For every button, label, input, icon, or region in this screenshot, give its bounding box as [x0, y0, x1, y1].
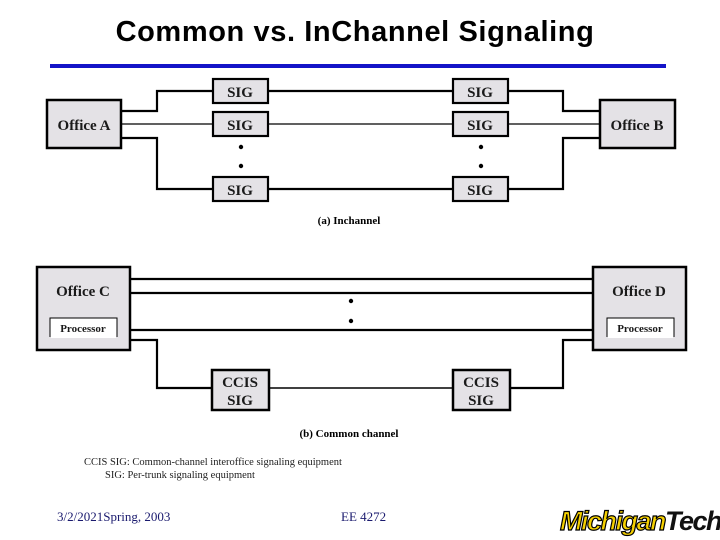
ccis-label: CCIS — [463, 375, 499, 391]
sig-label: SIG — [227, 393, 253, 409]
sig-label: SIG — [467, 183, 493, 199]
sig-box-right-2: SIG — [451, 110, 510, 138]
wire-a-bottom-right — [508, 136, 600, 191]
ccis-sig-box-left: CCIS SIG — [210, 368, 271, 412]
processor-label: Processor — [617, 323, 663, 335]
ccis-link-left — [130, 338, 212, 390]
sig-box-right-1: SIG — [451, 77, 510, 105]
ccis-sig-box-right: CCIS SIG — [451, 368, 512, 412]
sig-label: SIG — [468, 393, 494, 409]
michigan-tech-logo: MichiganTech — [559, 505, 720, 536]
ellipsis-dot — [238, 144, 244, 150]
sig-label: SIG — [467, 85, 493, 101]
office-c-box: Office C Processor — [35, 265, 132, 352]
ellipsis-dot — [478, 163, 484, 169]
caption-common-channel: (b) Common channel — [299, 428, 398, 440]
wire-a-bottom-left — [121, 136, 213, 191]
sig-label: SIG — [467, 118, 493, 134]
ellipsis-dot — [478, 144, 484, 150]
sig-box-left-2: SIG — [211, 110, 270, 138]
sig-box-right-3: SIG — [451, 175, 510, 203]
wire-a-top-left — [121, 89, 213, 113]
legend-ccis-sig: CCIS SIG: Common-channel interoffice sig… — [84, 457, 342, 468]
sig-label: SIG — [227, 118, 253, 134]
common-channel-diagram: Office C Processor Office D Processor CC… — [35, 265, 688, 440]
sig-label: SIG — [227, 183, 253, 199]
ccis-label: CCIS — [222, 375, 258, 391]
office-b-label: Office B — [611, 118, 664, 134]
processor-box-c: Processor — [49, 317, 118, 338]
inchannel-diagram: Office A Office B SIG SIG SIG SIG SIG SI… — [45, 77, 677, 227]
sig-box-left-1: SIG — [211, 77, 270, 105]
processor-label: Processor — [60, 323, 106, 335]
ccis-link-right — [510, 338, 593, 390]
office-b-box: Office B — [598, 98, 677, 150]
ellipsis-dot — [348, 298, 354, 304]
footer-course: EE 4272 — [341, 509, 387, 524]
footer-date-term: 3/2/2021Spring, 2003 — [57, 509, 171, 524]
logo-michigan: Michigan — [559, 505, 667, 536]
office-d-box: Office D Processor — [591, 265, 688, 352]
legend-sig: SIG: Per-trunk signaling equipment — [84, 470, 255, 481]
ellipsis-dot — [238, 163, 244, 169]
office-a-label: Office A — [58, 118, 111, 134]
office-c-label: Office C — [56, 284, 110, 300]
logo-tech: Tech — [665, 506, 720, 536]
sig-label: SIG — [227, 85, 253, 101]
sig-box-left-3: SIG — [211, 175, 270, 203]
office-d-label: Office D — [612, 284, 666, 300]
ellipsis-dot — [348, 318, 354, 324]
caption-inchannel: (a) Inchannel — [318, 215, 381, 227]
office-a-box: Office A — [45, 98, 123, 150]
wire-a-top-right — [508, 89, 600, 113]
processor-box-d: Processor — [606, 317, 675, 338]
